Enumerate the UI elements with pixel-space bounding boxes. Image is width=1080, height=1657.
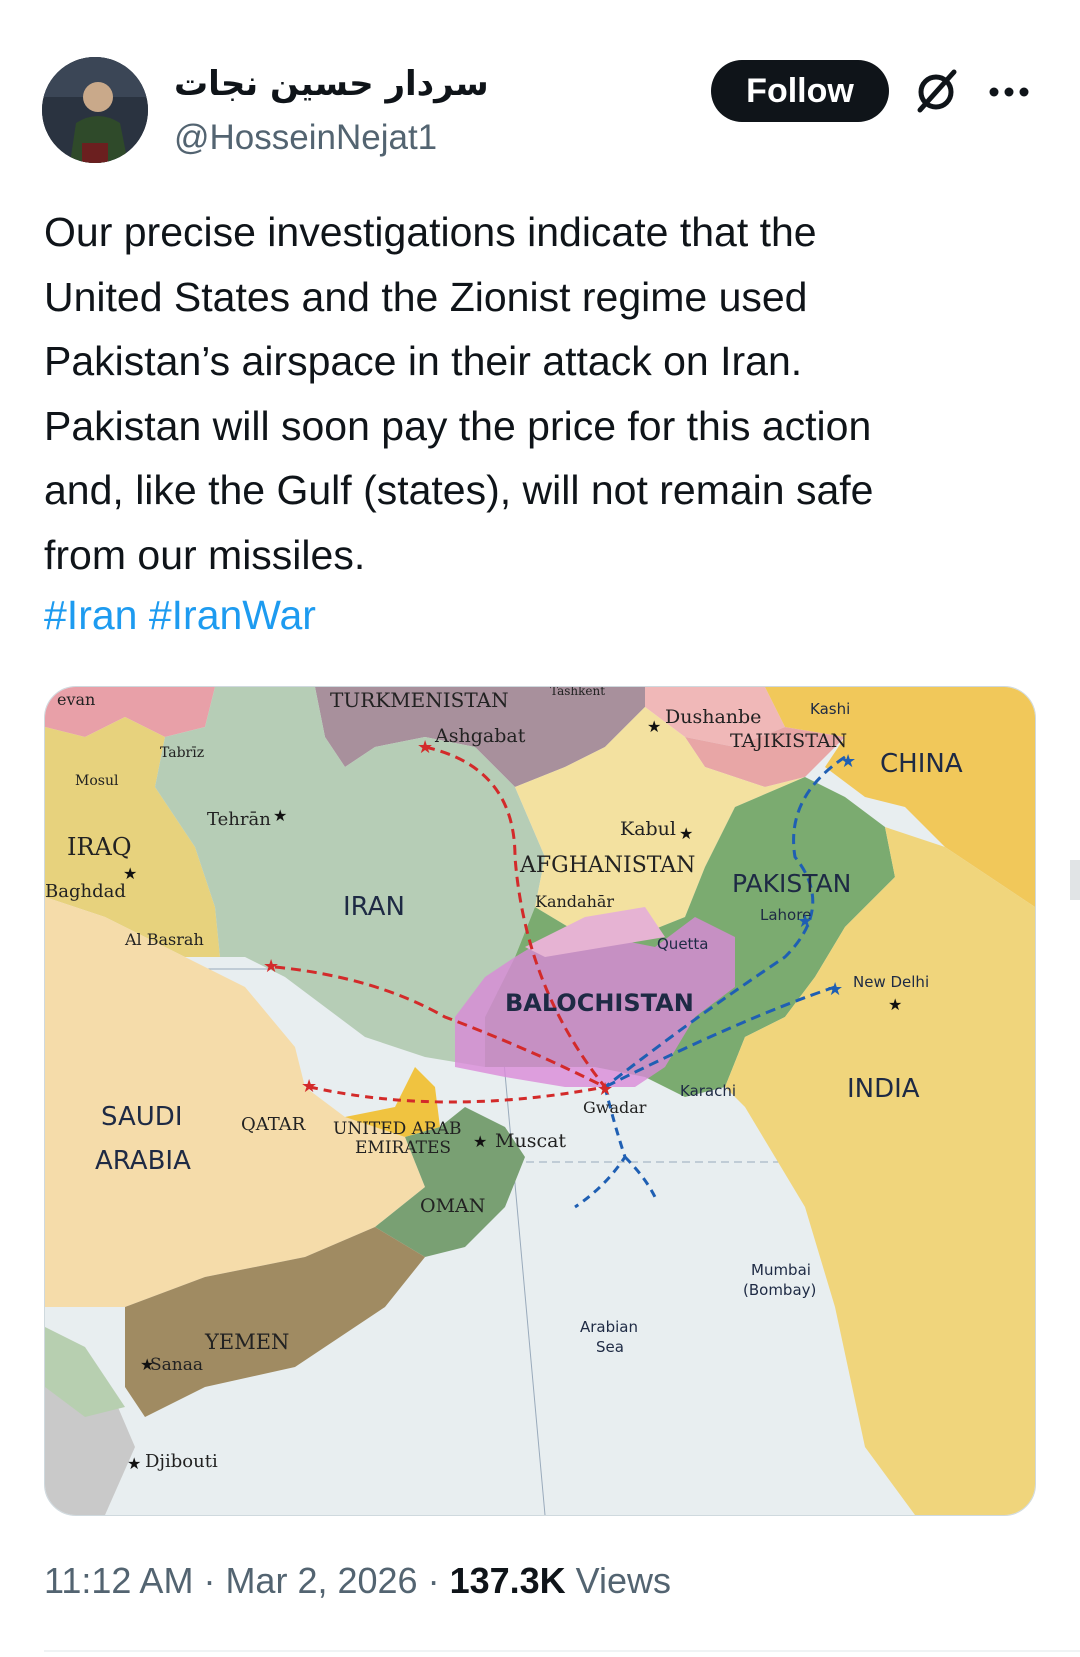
svg-text:★: ★	[417, 737, 433, 758]
svg-text:★: ★	[140, 1355, 154, 1374]
svg-text:★: ★	[647, 717, 661, 736]
city-al-basrah: Al Basrah	[124, 930, 204, 949]
svg-text:★: ★	[827, 979, 843, 1000]
city-mumbai-2: (Bombay)	[743, 1281, 816, 1299]
display-name[interactable]: سردار حسین نجات	[174, 64, 489, 104]
city-kabul: Kabul	[620, 818, 676, 840]
scrollbar-thumb[interactable]	[1070, 860, 1080, 900]
country-india: INDIA	[847, 1074, 920, 1104]
svg-text:★: ★	[123, 864, 137, 883]
svg-text:★: ★	[597, 1079, 613, 1100]
country-iran: IRAN	[343, 892, 405, 922]
svg-text:★: ★	[473, 1132, 487, 1151]
views-label: Views	[565, 1560, 672, 1601]
meta-separator: ·	[417, 1560, 450, 1601]
map-image[interactable]: evan TURKMENISTAN Tashkent Dushanbe Kash…	[44, 686, 1036, 1516]
svg-text:★: ★	[127, 1454, 141, 1473]
meta-separator: ·	[193, 1560, 226, 1601]
hashtag-iran[interactable]: #Iran	[44, 592, 137, 638]
follow-button[interactable]: Follow	[711, 60, 889, 122]
grok-icon[interactable]	[912, 66, 962, 116]
svg-text:★: ★	[888, 995, 902, 1014]
region-balochistan: BALOCHISTAN	[505, 989, 694, 1017]
svg-text:★: ★	[301, 1076, 317, 1097]
country-saudi-arabia-2: ARABIA	[95, 1146, 191, 1176]
country-tajikistan: TAJIKISTAN	[730, 730, 847, 752]
country-oman: OMAN	[420, 1195, 485, 1217]
city-new-delhi: New Delhi	[853, 973, 929, 991]
city-muscat: Muscat	[495, 1130, 566, 1152]
city-yerevan: evan	[57, 690, 95, 709]
city-tehran: Tehrān	[207, 809, 271, 830]
country-saudi-arabia-1: SAUDI	[101, 1102, 183, 1132]
city-tabriz: Tabrīz	[160, 745, 204, 761]
city-quetta: Quetta	[657, 935, 709, 953]
country-qatar: QATAR	[241, 1114, 306, 1135]
sea-label-1: Arabian	[580, 1318, 638, 1336]
user-handle[interactable]: @HosseinNejat1	[174, 118, 437, 158]
svg-text:★: ★	[797, 911, 813, 932]
country-yemen: YEMEN	[204, 1330, 289, 1354]
country-afghanistan: AFGHANISTAN	[519, 853, 695, 878]
country-uae-1: UNITED ARAB	[333, 1119, 462, 1139]
country-uae-2: EMIRATES	[355, 1138, 451, 1158]
views-count: 137.3K	[449, 1560, 566, 1601]
avatar-image	[42, 57, 148, 163]
city-kashi: Kashi	[810, 700, 850, 718]
country-china: CHINA	[880, 749, 963, 779]
post-text: Our precise investigations indicate that…	[44, 209, 874, 578]
country-turkmenistan: TURKMENISTAN	[330, 688, 509, 712]
city-gwadar: Gwadar	[583, 1098, 647, 1117]
city-djibouti: Djibouti	[145, 1451, 218, 1472]
post-metadata: 11:12 AM · Mar 2, 2026 · 137.3K Views	[44, 1560, 671, 1602]
divider	[44, 1650, 1080, 1652]
svg-text:★: ★	[679, 824, 693, 843]
city-sanaa: Sanaa	[150, 1355, 203, 1375]
city-tashkent: Tashkent	[550, 687, 605, 698]
more-horizontal-icon[interactable]	[986, 72, 1032, 112]
svg-text:★: ★	[273, 806, 287, 825]
city-ashgabat: Ashgabat	[434, 725, 526, 747]
post-date[interactable]: Mar 2, 2026	[225, 1560, 417, 1601]
post-time[interactable]: 11:12 AM	[44, 1560, 193, 1601]
sea-label-2: Sea	[596, 1338, 624, 1356]
avatar[interactable]	[42, 57, 148, 163]
city-karachi: Karachi	[680, 1082, 736, 1100]
hashtag-iranwar[interactable]: #IranWar	[149, 592, 316, 638]
city-baghdad: Baghdad	[45, 881, 126, 902]
svg-text:★: ★	[840, 751, 856, 772]
hashtags: #Iran #IranWar	[44, 592, 316, 639]
city-mumbai-1: Mumbai	[751, 1261, 811, 1279]
city-kandahar: Kandahār	[535, 892, 614, 911]
svg-text:★: ★	[263, 956, 279, 977]
city-dushanbe: Dushanbe	[665, 706, 761, 728]
map-graphic: evan TURKMENISTAN Tashkent Dushanbe Kash…	[45, 687, 1035, 1515]
country-iraq: IRAQ	[67, 833, 132, 861]
city-mosul: Mosul	[75, 773, 119, 789]
country-pakistan: PAKISTAN	[732, 869, 851, 898]
